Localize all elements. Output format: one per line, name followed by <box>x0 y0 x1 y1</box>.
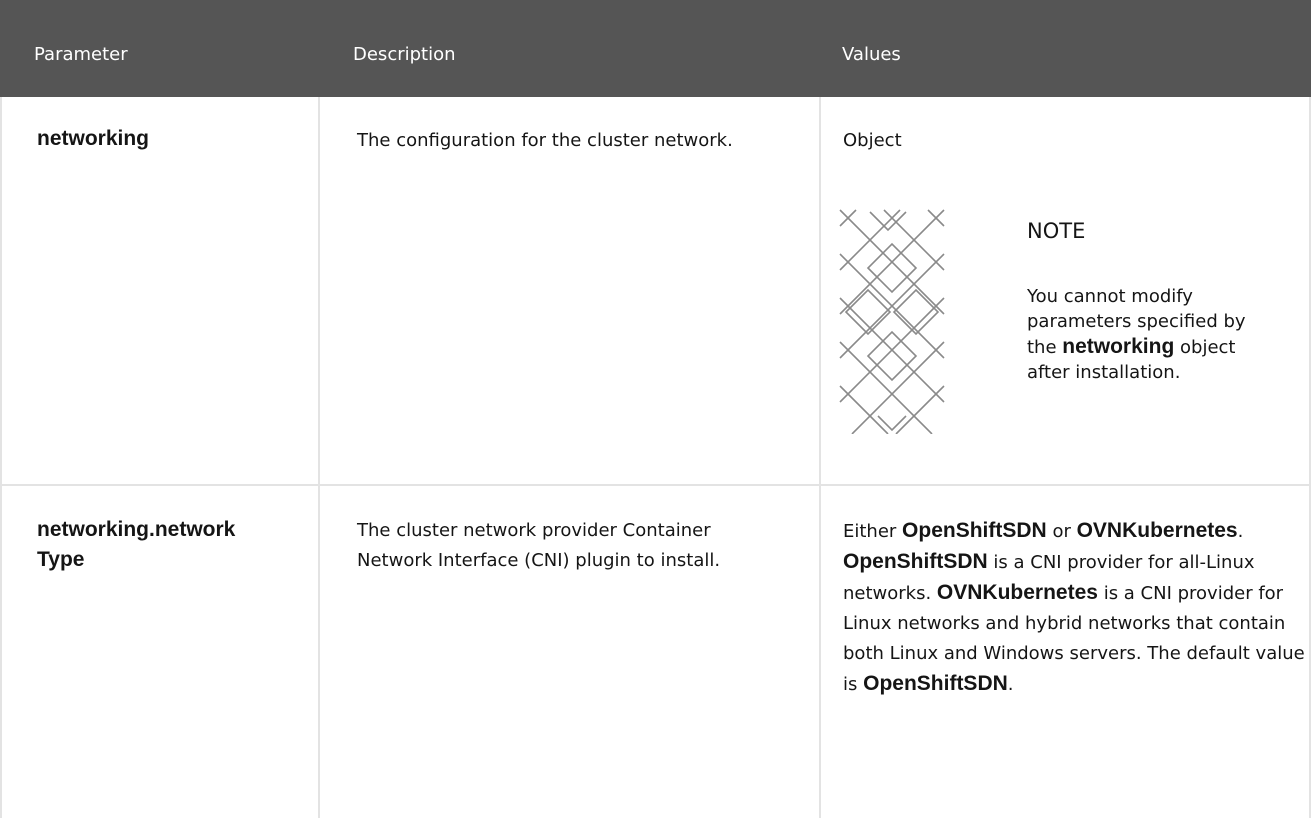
header-values: Values <box>842 44 901 65</box>
param-name: networking <box>37 127 150 150</box>
param-value: Object <box>843 130 902 151</box>
table-border-left <box>0 97 2 818</box>
column-divider <box>318 97 320 818</box>
param-value: Either OpenShiftSDN or OVNKubernetes. Op… <box>843 519 1305 695</box>
note-title: NOTE <box>1027 219 1086 243</box>
code-term: OpenShiftSDN <box>843 550 988 573</box>
code-term: OpenShiftSDN <box>902 519 1047 542</box>
param-description: The configuration for the cluster networ… <box>357 130 733 151</box>
note-body: You cannot modify parameters specified b… <box>1027 286 1246 383</box>
header-description: Description <box>353 44 456 65</box>
code-term: networking <box>1062 335 1175 358</box>
parameters-table: Parameter Description Values networking … <box>0 0 1311 818</box>
row-divider <box>0 484 1311 486</box>
code-term: OpenShiftSDN <box>863 672 1008 695</box>
table-header: Parameter Description Values <box>0 0 1311 97</box>
header-parameter: Parameter <box>34 44 128 65</box>
note-pattern-icon <box>839 209 945 434</box>
param-name: networking.network Type <box>37 518 236 571</box>
code-term: OVNKubernetes <box>936 581 1098 604</box>
param-description: The cluster network provider Container N… <box>357 520 721 571</box>
code-term: OVNKubernetes <box>1076 519 1238 542</box>
column-divider <box>819 97 821 818</box>
